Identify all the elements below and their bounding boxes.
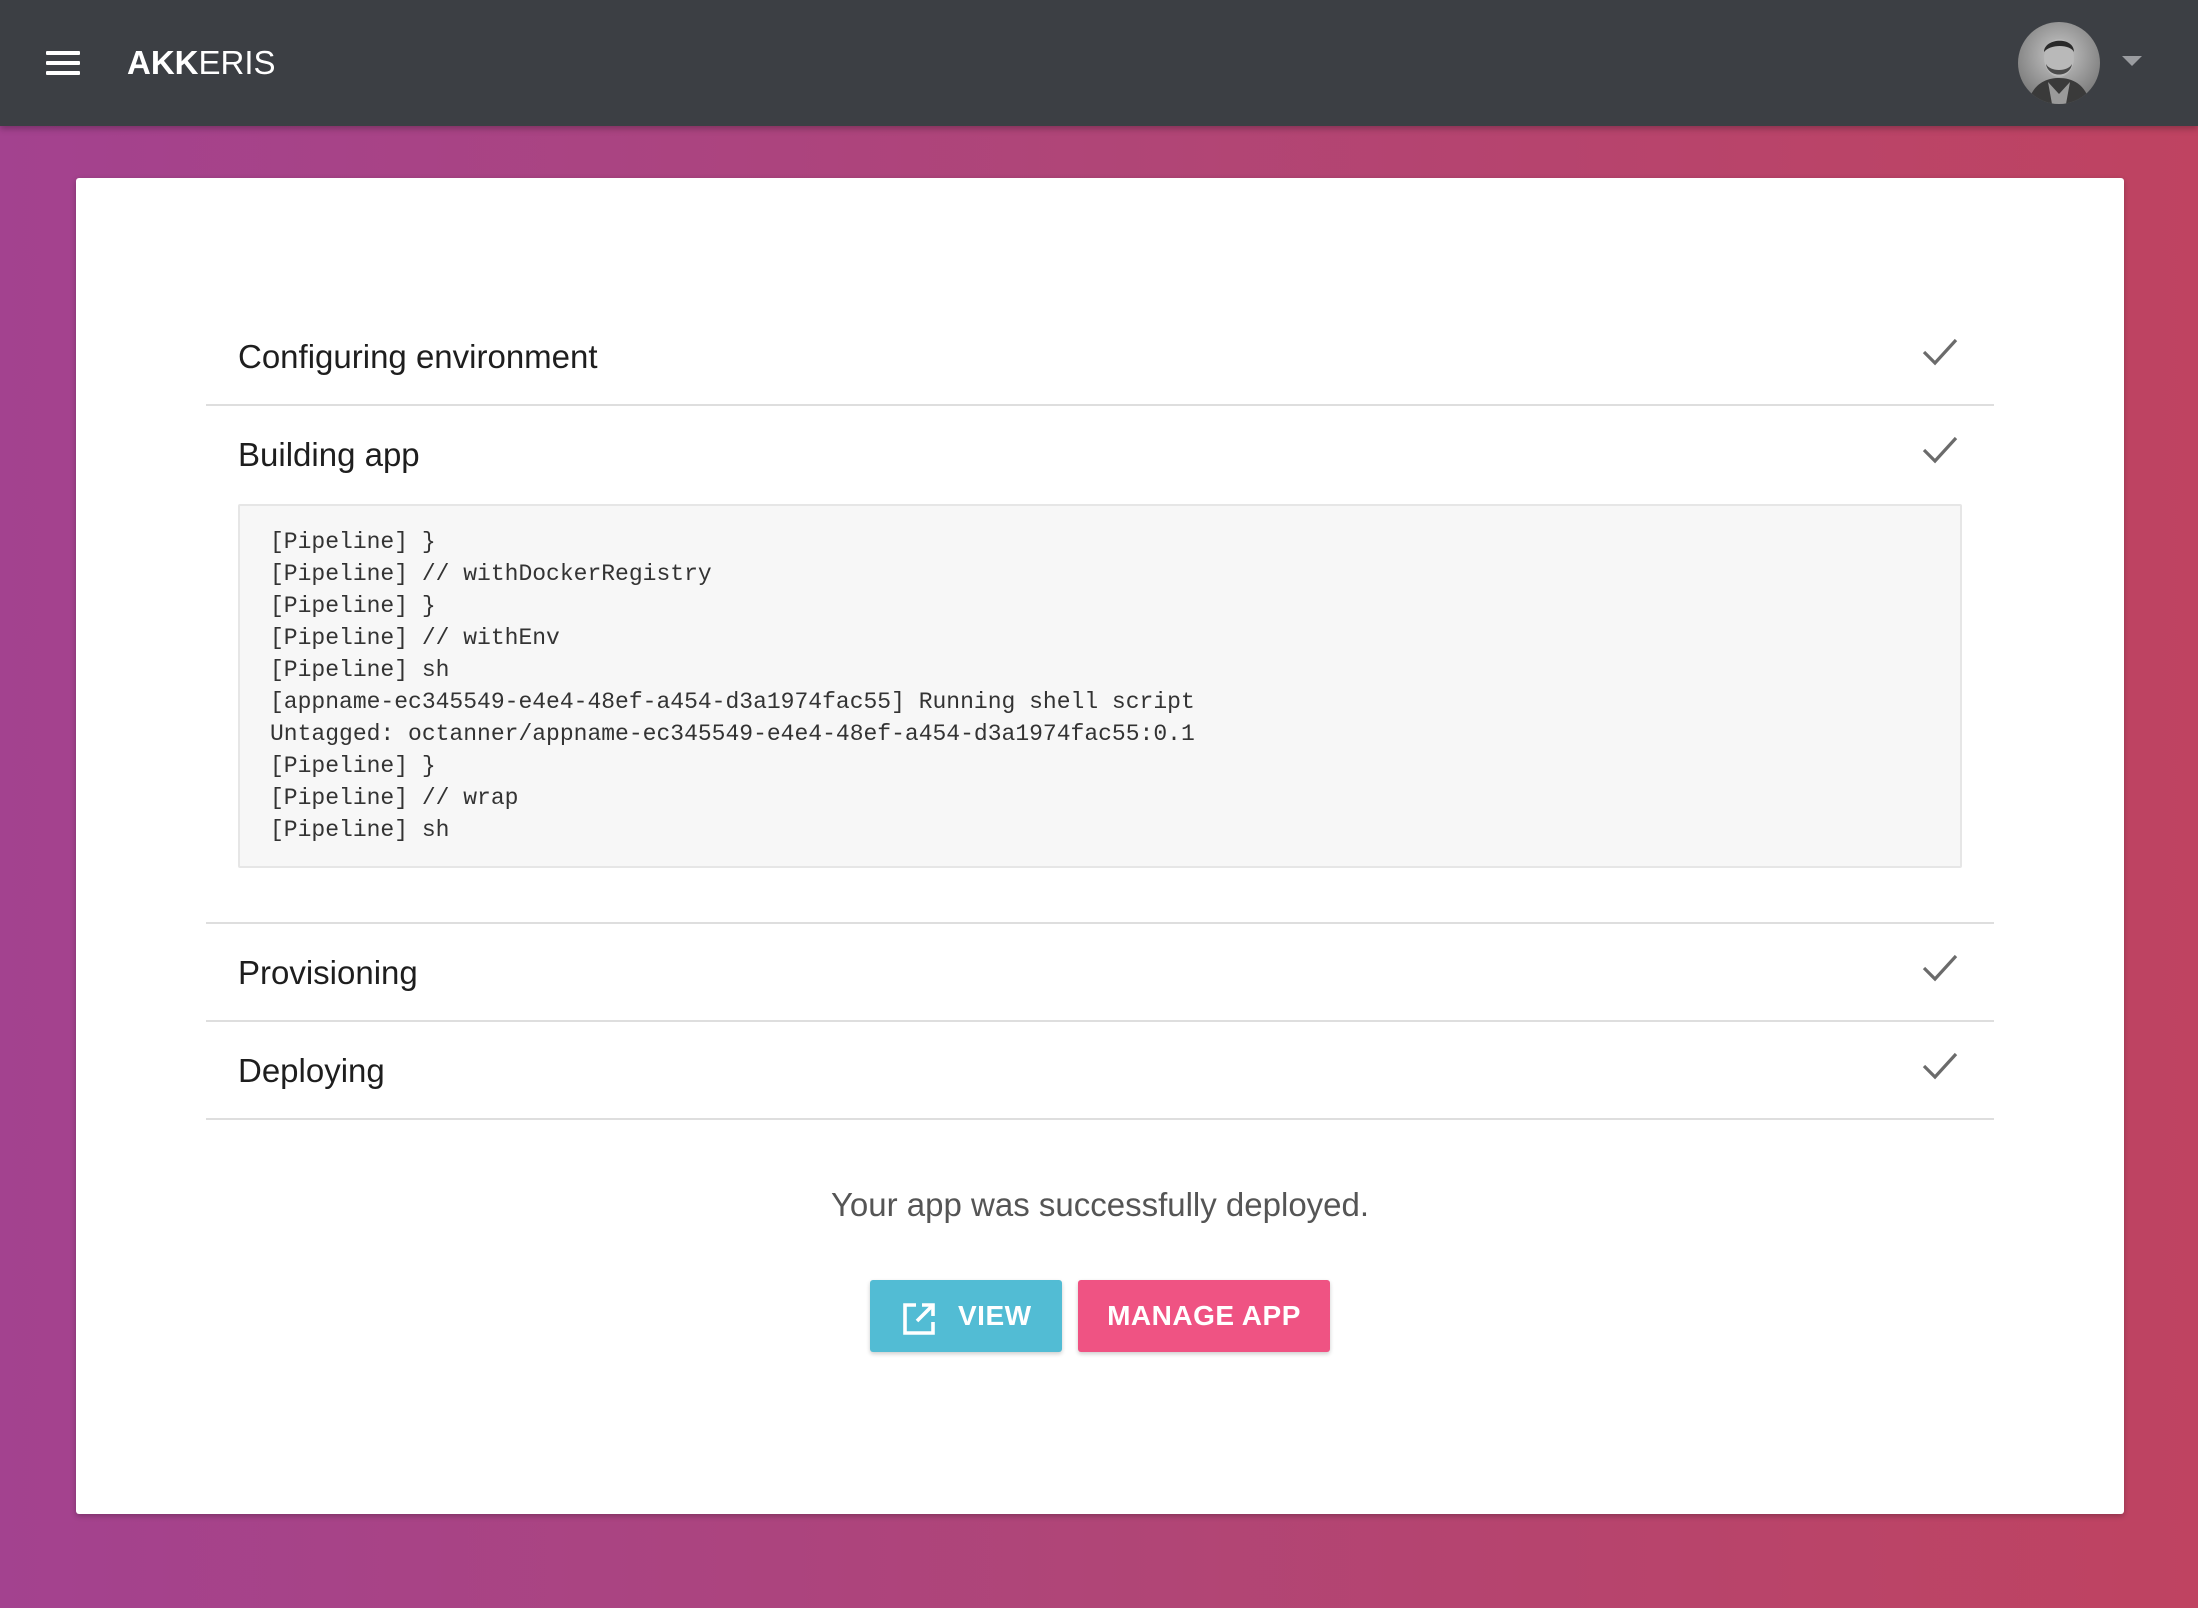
log-line: [Pipeline] sh xyxy=(270,657,450,683)
step-building-app[interactable]: Building app [Pipeline] } [Pipeline] // … xyxy=(206,406,1994,924)
external-link-icon xyxy=(903,1303,935,1335)
account-dropdown-icon[interactable] xyxy=(2122,56,2142,66)
step-label: Deploying xyxy=(238,1052,385,1089)
log-line: [Pipeline] // wrap xyxy=(270,785,519,811)
step-deploying[interactable]: Deploying xyxy=(206,1022,1994,1120)
log-line: [Pipeline] // withEnv xyxy=(270,625,560,651)
step-configuring-environment[interactable]: Configuring environment xyxy=(206,308,1994,406)
log-line: [Pipeline] } xyxy=(270,593,436,619)
log-line: [appname-ec345549-e4e4-48ef-a454-d3a1974… xyxy=(270,689,1195,715)
step-label: Provisioning xyxy=(238,954,418,991)
view-button[interactable]: VIEW xyxy=(870,1280,1062,1352)
top-bar: AKKERIS xyxy=(0,0,2198,126)
build-log[interactable]: [Pipeline] } [Pipeline] // withDockerReg… xyxy=(238,504,1962,868)
log-line: Untagged: octanner/appname-ec345549-e4e4… xyxy=(270,721,1195,747)
build-log-lines: [Pipeline] } [Pipeline] // withDockerReg… xyxy=(270,506,1195,846)
checkmark-icon xyxy=(1922,436,1958,464)
log-line: [Pipeline] // withDockerRegistry xyxy=(270,561,712,587)
log-line: [Pipeline] } xyxy=(270,529,436,555)
checkmark-icon xyxy=(1922,1052,1958,1080)
step-label: Configuring environment xyxy=(238,338,598,375)
deploy-progress-card: Configuring environment Building app [Pi… xyxy=(76,178,2124,1514)
step-label: Building app xyxy=(238,436,420,473)
manage-app-button[interactable]: MANAGE APP xyxy=(1078,1280,1330,1352)
checkmark-icon xyxy=(1922,338,1958,366)
log-line: [Pipeline] } xyxy=(270,753,436,779)
step-provisioning[interactable]: Provisioning xyxy=(206,924,1994,1022)
checkmark-icon xyxy=(1922,954,1958,982)
menu-icon[interactable] xyxy=(44,48,84,78)
success-message: Your app was successfully deployed. xyxy=(830,1186,1370,1223)
view-button-label: VIEW xyxy=(958,1300,1032,1331)
log-line: [Pipeline] sh xyxy=(270,817,450,843)
step-list: Configuring environment Building app [Pi… xyxy=(206,308,1994,1120)
app-logo[interactable]: AKKERIS xyxy=(127,44,276,82)
user-avatar[interactable] xyxy=(2018,22,2100,104)
